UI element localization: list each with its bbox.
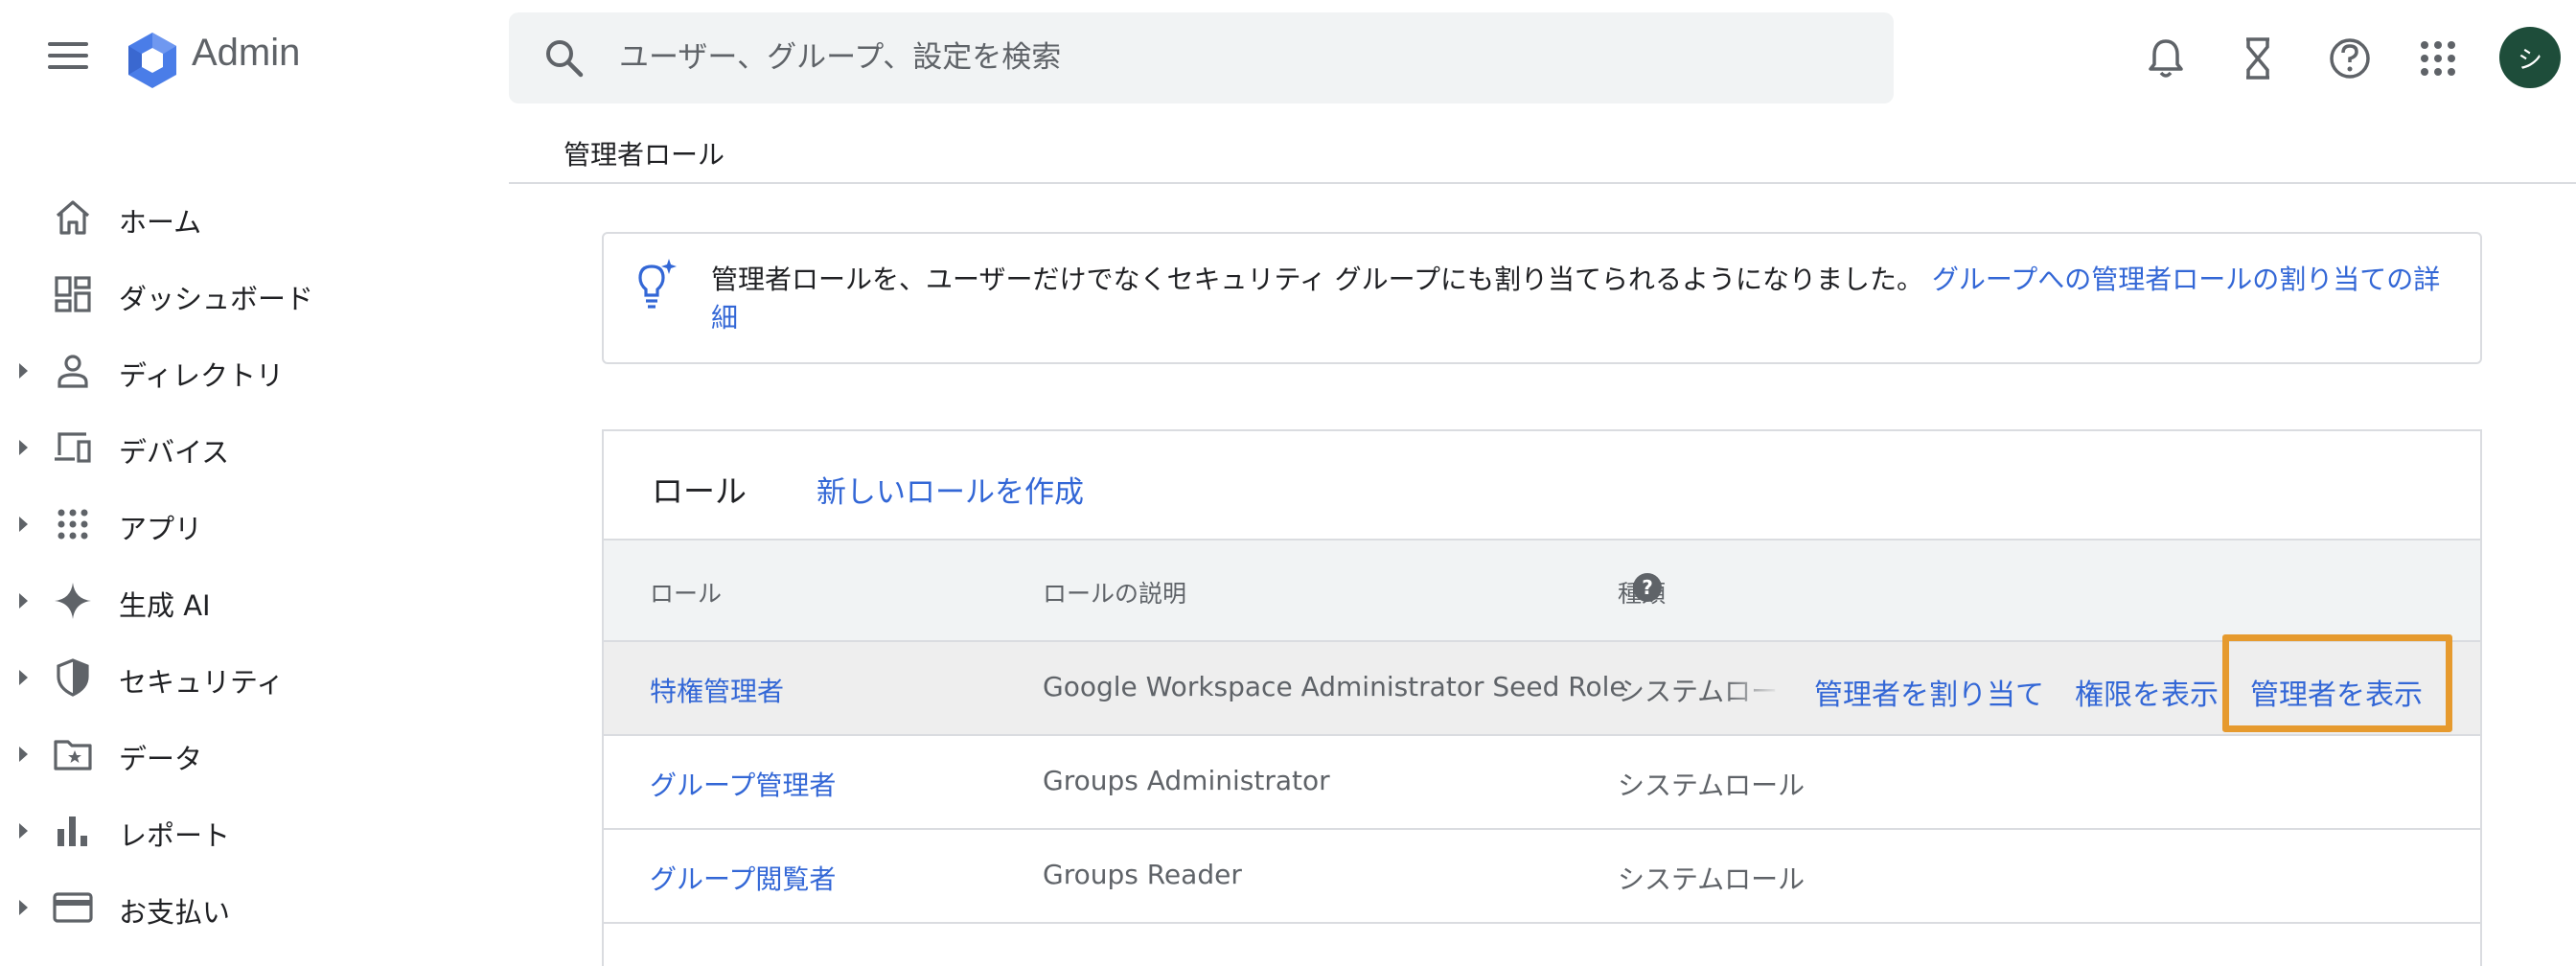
- view-permissions-button[interactable]: 権限を表示: [2075, 671, 2219, 713]
- sidebar-item-label: デバイス: [119, 436, 230, 469]
- search-bar[interactable]: [509, 12, 1894, 104]
- sidebar-item-label: データ: [119, 743, 203, 775]
- sidebar-item-directory[interactable]: ディレクトリ: [0, 340, 498, 402]
- info-banner: 管理者ロールを、ユーザーだけでなくセキュリティ グループにも割り当てられるように…: [602, 232, 2482, 364]
- sidebar-item-label: 生成 AI: [119, 589, 211, 622]
- table-row[interactable]: グループ管理者 Groups Administrator システムロール: [604, 736, 2480, 830]
- person-icon: [58, 355, 88, 388]
- role-type: システムロール: [1618, 671, 1781, 709]
- role-type: システムロール: [1618, 770, 1806, 801]
- sidebar-item-label: セキュリティ: [119, 666, 285, 699]
- sparkle-icon: [55, 583, 91, 619]
- sidebar-item-label: アプリ: [119, 513, 203, 545]
- expand-arrow-icon[interactable]: [19, 593, 28, 609]
- sidebar-item-devices[interactable]: デバイス: [0, 417, 498, 478]
- role-name-link[interactable]: グループ閲覧者: [650, 859, 836, 897]
- sidebar-item-security[interactable]: セキュリティ: [0, 647, 498, 708]
- view-admins-highlight: [2222, 634, 2452, 732]
- menu-line: [48, 65, 88, 69]
- sidebar-item-label: レポート: [119, 819, 231, 852]
- app-name[interactable]: Admin: [192, 32, 300, 75]
- type-help-icon[interactable]: ?: [1633, 573, 1662, 602]
- assign-admin-button[interactable]: 管理者を割り当て: [1814, 671, 2044, 713]
- hourglass-icon[interactable]: [2231, 32, 2285, 85]
- expand-arrow-icon[interactable]: [19, 363, 28, 379]
- sidebar-item-reports[interactable]: レポート: [0, 800, 498, 862]
- role-name-link[interactable]: グループ管理者: [650, 765, 836, 803]
- roles-card: ロール 新しいロールを作成 ロール ロールの説明 種類 ? 特権管理者 Goog…: [602, 429, 2482, 966]
- expand-arrow-icon[interactable]: [19, 900, 28, 915]
- sidebar-item-label: ダッシュボード: [119, 283, 314, 315]
- expand-arrow-icon[interactable]: [19, 517, 28, 532]
- expand-arrow-icon[interactable]: [19, 823, 28, 839]
- sidebar-item-gen-ai[interactable]: 生成 AI: [0, 570, 498, 632]
- banner-text: 管理者ロールを、ユーザーだけでなくセキュリティ グループにも割り当てられるように…: [711, 264, 1923, 295]
- help-circle-icon[interactable]: [2323, 32, 2377, 85]
- table-row[interactable]: 特権管理者 Google Workspace Administrator See…: [604, 642, 2480, 736]
- role-description: Groups Reader: [1043, 859, 1242, 890]
- role-description: Google Workspace Administrator Seed Role: [1043, 671, 1626, 702]
- lightbulb-icon: [638, 259, 677, 309]
- main-menu-button[interactable]: [44, 38, 92, 80]
- folder-star-icon: [54, 740, 92, 770]
- banner-message: 管理者ロールを、ユーザーだけでなくセキュリティ グループにも割り当てられるように…: [711, 261, 2446, 337]
- role-description: Groups Administrator: [1043, 765, 1330, 796]
- sidebar-item-label: お支払い: [119, 896, 231, 929]
- search-icon[interactable]: [543, 37, 586, 80]
- top-bar: Admin シ: [0, 0, 2576, 117]
- column-header-role[interactable]: ロール: [650, 575, 722, 610]
- devices-icon: [55, 432, 91, 463]
- dashboard-icon: [55, 276, 91, 312]
- menu-line: [48, 54, 88, 58]
- expand-arrow-icon[interactable]: [19, 670, 28, 685]
- sidebar-item-label: ホーム: [119, 206, 202, 239]
- role-type: システムロール: [1618, 863, 1806, 895]
- sidebar-item-dashboard[interactable]: ダッシュボード: [0, 264, 498, 325]
- sidebar-item-home[interactable]: ホーム: [0, 187, 498, 248]
- menu-line: [48, 42, 88, 46]
- sidebar-item-label: ディレクトリ: [119, 359, 284, 392]
- user-avatar[interactable]: シ: [2499, 27, 2561, 88]
- sidebar-item-billing[interactable]: お支払い: [0, 877, 498, 938]
- expand-arrow-icon[interactable]: [19, 747, 28, 762]
- role-name-link[interactable]: 特権管理者: [650, 671, 784, 709]
- roles-title: ロール: [652, 472, 747, 510]
- bar-chart-icon: [58, 816, 87, 846]
- table-row[interactable]: グループ閲覧者 Groups Reader システムロール: [604, 830, 2480, 924]
- expand-arrow-icon[interactable]: [19, 440, 28, 455]
- home-icon: [56, 200, 90, 235]
- shield-icon: [57, 658, 89, 697]
- bell-icon[interactable]: [2139, 32, 2193, 85]
- page-title: 管理者ロール: [564, 139, 725, 171]
- apps-grid-icon[interactable]: [2411, 32, 2465, 85]
- sidebar-item-apps[interactable]: アプリ: [0, 494, 498, 555]
- column-header-description[interactable]: ロールの説明: [1043, 575, 1186, 610]
- create-role-link[interactable]: 新しいロールを作成: [816, 468, 1084, 511]
- apps-icon: [58, 509, 88, 540]
- admin-logo-icon[interactable]: [123, 31, 182, 90]
- credit-card-icon: [53, 892, 93, 923]
- sidebar-item-data[interactable]: データ: [0, 724, 498, 785]
- header-divider: [509, 182, 2576, 184]
- search-input[interactable]: [619, 32, 1846, 83]
- table-header: ロール ロールの説明 種類 ?: [604, 539, 2480, 642]
